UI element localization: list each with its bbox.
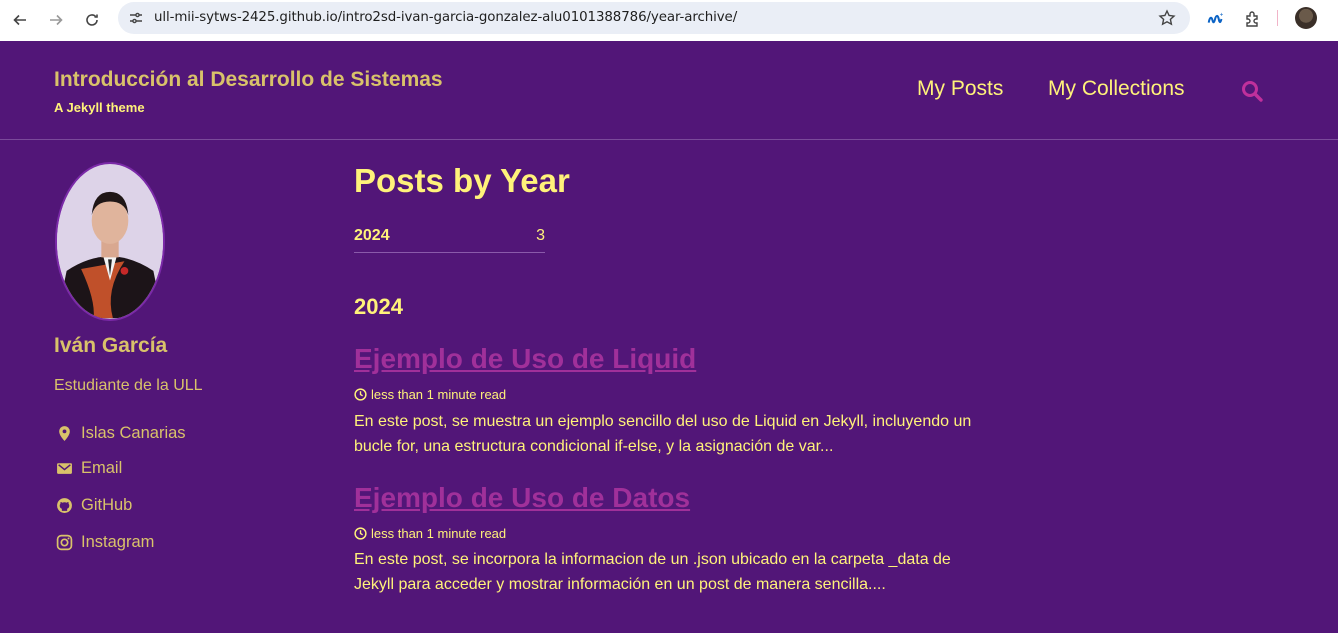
extensions-puzzle-icon[interactable] xyxy=(1242,8,1264,30)
bookmark-star-icon[interactable] xyxy=(1158,9,1176,27)
author-location-label: Islas Canarias xyxy=(81,424,186,442)
forward-button[interactable] xyxy=(44,8,68,32)
site-masthead: Introducción al Desarrollo de Sistemas A… xyxy=(0,41,1338,140)
post-excerpt: En este post, se muestra un ejemplo senc… xyxy=(354,413,972,455)
author-email-link[interactable]: Email xyxy=(56,459,122,478)
site-tagline: A Jekyll theme xyxy=(54,100,145,115)
movistar-extension-icon[interactable]: + xyxy=(1205,8,1227,30)
year-section-heading: 2024 xyxy=(354,294,403,319)
instagram-icon xyxy=(56,534,73,551)
arrow-right-icon xyxy=(50,14,63,26)
nav-link-my-posts[interactable]: My Posts xyxy=(917,77,1003,101)
post-read-time: less than 1 minute read xyxy=(354,387,506,402)
reload-button[interactable] xyxy=(80,8,104,32)
post-title-link[interactable]: Ejemplo de Uso de Liquid xyxy=(354,343,696,375)
author-bio: Estudiante de la ULL xyxy=(54,377,203,394)
post-read-time: less than 1 minute read xyxy=(354,526,506,541)
year-count-table: 2024 3 xyxy=(354,226,545,253)
author-instagram-label: Instagram xyxy=(81,533,155,551)
envelope-icon xyxy=(57,463,72,474)
profile-avatar[interactable] xyxy=(1295,7,1317,29)
author-location: Islas Canarias xyxy=(56,424,186,443)
address-bar[interactable]: ull-mii-sytws-2425.github.io/intro2sd-iv… xyxy=(118,2,1190,34)
back-button[interactable] xyxy=(8,8,32,32)
svg-text:+: + xyxy=(1220,11,1224,18)
author-name: Iván García xyxy=(54,334,168,357)
author-github-label: GitHub xyxy=(81,496,133,514)
reload-icon xyxy=(86,14,98,26)
arrow-left-icon xyxy=(13,14,26,26)
map-marker-icon xyxy=(59,426,70,441)
author-github-link[interactable]: GitHub xyxy=(56,496,132,515)
nav-link-my-collections[interactable]: My Collections xyxy=(1048,77,1185,101)
post-title-link[interactable]: Ejemplo de Uso de Datos xyxy=(354,482,690,514)
author-instagram-link[interactable]: Instagram xyxy=(56,533,154,552)
read-time-label: less than 1 minute read xyxy=(371,387,507,402)
post-excerpt: En este post, se incorpora la informacio… xyxy=(354,551,951,593)
page-title: Posts by Year xyxy=(354,162,570,199)
search-icon[interactable] xyxy=(1240,79,1264,103)
clock-icon xyxy=(354,388,367,401)
read-time-label: less than 1 minute read xyxy=(371,526,507,541)
site-title-link[interactable]: Introducción al Desarrollo de Sistemas xyxy=(54,68,443,92)
author-avatar xyxy=(55,162,165,321)
year-post-count: 3 xyxy=(536,227,545,244)
toolbar-divider xyxy=(1277,10,1278,26)
url-text[interactable]: ull-mii-sytws-2425.github.io/intro2sd-iv… xyxy=(154,10,737,25)
year-link-2024[interactable]: 2024 xyxy=(354,227,390,245)
browser-toolbar: ull-mii-sytws-2425.github.io/intro2sd-iv… xyxy=(0,0,1338,41)
author-email-label: Email xyxy=(81,459,123,477)
github-icon xyxy=(57,498,72,513)
site-settings-icon[interactable] xyxy=(128,10,144,26)
clock-icon xyxy=(354,527,367,540)
